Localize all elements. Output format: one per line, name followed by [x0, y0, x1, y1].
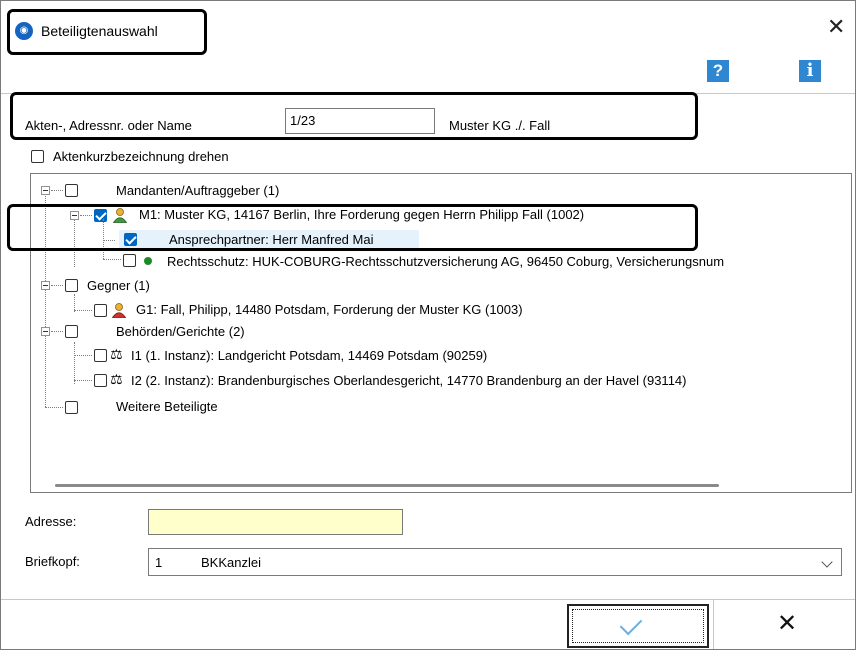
- ok-button[interactable]: [567, 604, 709, 648]
- dialog-window: ◉ Beteiligtenauswahl ✕ ? i Akten-, Adres…: [0, 0, 856, 650]
- m1-highlight-frame: [7, 204, 698, 251]
- checkbox-behoerden[interactable]: [65, 325, 78, 338]
- letterhead-label: Briefkopf:: [25, 554, 80, 569]
- button-divider: [713, 600, 714, 649]
- expand-toggle-mandanten[interactable]: [41, 186, 50, 195]
- tree-node-behoerden[interactable]: Behörden/Gerichte (2): [116, 324, 245, 339]
- flip-checkbox-label: Aktenkurzbezeichnung drehen: [53, 149, 229, 164]
- tree-node-i2[interactable]: I2 (2. Instanz): Brandenburgisches Oberl…: [131, 373, 687, 388]
- opponent-icon: [111, 303, 127, 318]
- checkbox-i1[interactable]: [94, 349, 107, 362]
- chevron-down-icon: [821, 556, 833, 568]
- checkbox-i2[interactable]: [94, 374, 107, 387]
- help-button[interactable]: ?: [707, 60, 729, 82]
- court-scale-icon: ⚖: [110, 347, 123, 363]
- tree-node-gegner[interactable]: Gegner (1): [87, 278, 150, 293]
- tree-node-mandanten[interactable]: Mandanten/Auftraggeber (1): [116, 183, 279, 198]
- address-field[interactable]: [148, 509, 403, 535]
- tree-node-weitere[interactable]: Weitere Beteiligte: [116, 399, 218, 414]
- checkbox-rechtsschutz[interactable]: [123, 254, 136, 267]
- checkbox-gegner[interactable]: [65, 279, 78, 292]
- tree-node-rechtsschutz[interactable]: Rechtsschutz: HUK-COBURG-Rechtsschutzver…: [167, 254, 724, 269]
- expand-toggle-gegner[interactable]: [41, 281, 50, 290]
- focus-rectangle: [572, 609, 704, 643]
- checkbox-mandanten[interactable]: [65, 184, 78, 197]
- search-result-text: Muster KG ./. Fall: [449, 118, 551, 133]
- close-button[interactable]: ✕: [827, 15, 845, 40]
- letterhead-number: 1: [155, 555, 163, 570]
- letterhead-select[interactable]: 1 BKKanzlei: [148, 548, 842, 576]
- horizontal-scrollbar[interactable]: [55, 484, 719, 487]
- tree-node-g1[interactable]: G1: Fall, Philipp, 14480 Potsdam, Forder…: [136, 302, 523, 317]
- flip-checkbox[interactable]: [31, 150, 44, 163]
- tree-node-i1[interactable]: I1 (1. Instanz): Landgericht Potsdam, 14…: [131, 348, 487, 363]
- insurance-icon: [144, 257, 152, 265]
- title-highlight-frame: [7, 9, 207, 55]
- search-label: Akten-, Adressnr. oder Name: [25, 118, 192, 133]
- search-input[interactable]: 1/23: [285, 108, 435, 134]
- footer-divider: [1, 599, 855, 600]
- letterhead-name: BKKanzlei: [201, 555, 261, 570]
- court-scale-icon: ⚖: [110, 372, 123, 388]
- info-button[interactable]: i: [799, 60, 821, 82]
- checkbox-g1[interactable]: [94, 304, 107, 317]
- expand-toggle-behoerden[interactable]: [41, 327, 50, 336]
- cancel-button[interactable]: ✕: [777, 609, 797, 637]
- checkbox-weitere[interactable]: [65, 401, 78, 414]
- address-label: Adresse:: [25, 514, 77, 529]
